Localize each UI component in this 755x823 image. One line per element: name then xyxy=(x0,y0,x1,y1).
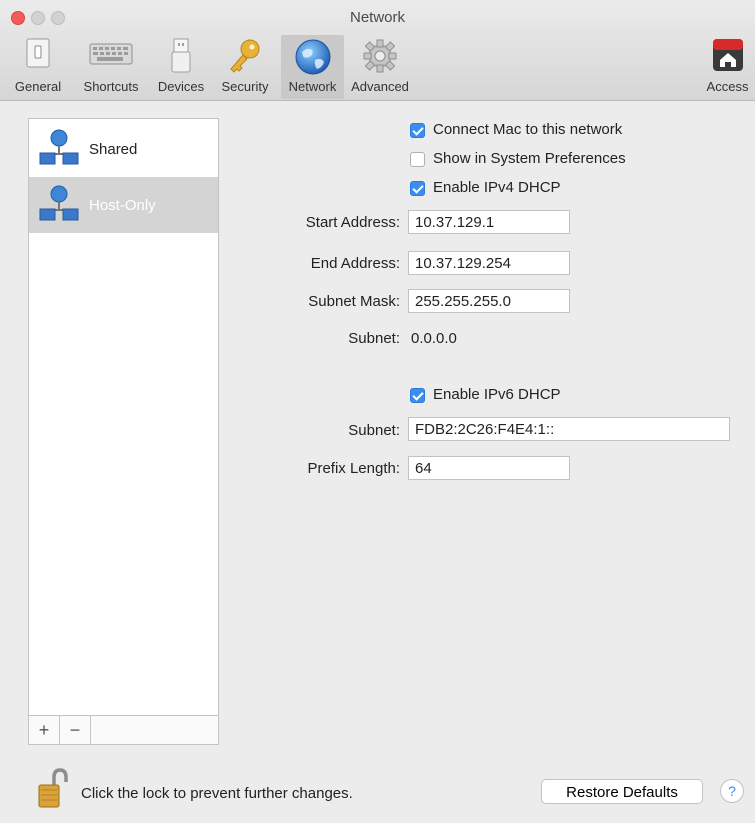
subnet-mask-field[interactable] xyxy=(408,289,570,313)
start-address-label: Start Address: xyxy=(305,214,400,231)
toolbar-general[interactable]: General xyxy=(14,35,62,99)
subnet-v4-value: 0.0.0.0 xyxy=(411,330,457,347)
lock-icon[interactable] xyxy=(38,768,68,815)
prefix-length-label: Prefix Length: xyxy=(307,460,400,477)
subnet-v6-field[interactable] xyxy=(408,417,730,441)
toolbar-label: Shortcuts xyxy=(83,79,139,94)
list-item-label: Host-Only xyxy=(89,197,156,214)
toolbar-label: Devices xyxy=(157,79,205,94)
network-icon xyxy=(39,129,79,172)
list-item-host-only[interactable]: Host-Only xyxy=(29,177,218,233)
start-address-field[interactable] xyxy=(408,210,570,234)
end-address-field[interactable] xyxy=(408,251,570,275)
toolbar-advanced[interactable]: Advanced xyxy=(347,35,413,99)
checkbox[interactable] xyxy=(410,181,425,196)
subnet-v6-label: Subnet: xyxy=(348,422,400,439)
checkbox[interactable] xyxy=(410,123,425,138)
checkbox-label: Enable IPv6 DHCP xyxy=(433,386,561,403)
checkbox-label: Enable IPv4 DHCP xyxy=(433,179,561,196)
end-address-label: End Address: xyxy=(310,255,400,272)
network-list: Shared Host-Only + − xyxy=(28,118,219,745)
checkbox[interactable] xyxy=(410,152,425,167)
subnet-mask-label: Subnet Mask: xyxy=(308,293,400,310)
parallels-access-icon xyxy=(712,38,744,75)
toolbar-label: Access xyxy=(706,79,749,94)
globe-icon xyxy=(294,38,332,79)
keyboard-icon xyxy=(89,38,133,71)
network-icon xyxy=(39,185,79,228)
toolbar-access[interactable]: Access xyxy=(700,35,755,99)
toolbar-security[interactable]: Security xyxy=(215,35,275,99)
usb-icon xyxy=(170,38,192,77)
toolbar-label: General xyxy=(14,79,62,94)
list-item-shared[interactable]: Shared xyxy=(29,121,218,177)
toolbar-label: Advanced xyxy=(351,79,409,94)
remove-button[interactable]: − xyxy=(60,716,91,744)
toolbar-devices[interactable]: Devices xyxy=(154,35,208,99)
checkbox-label: Connect Mac to this network xyxy=(433,121,623,138)
toolbar-label: Security xyxy=(221,79,269,94)
add-button[interactable]: + xyxy=(29,716,60,744)
window-titlebar: Network General Shortcuts Devices Securi… xyxy=(0,0,755,101)
checkbox[interactable] xyxy=(410,388,425,403)
checkbox-label: Show in System Preferences xyxy=(433,150,626,167)
subnet-v4-label: Subnet: xyxy=(348,330,400,347)
gear-icon xyxy=(362,38,398,77)
restore-defaults-button[interactable]: Restore Defaults xyxy=(541,779,703,804)
prefix-length-field[interactable] xyxy=(408,456,570,480)
toolbar-shortcuts[interactable]: Shortcuts xyxy=(76,35,146,99)
key-icon xyxy=(228,38,262,77)
window-title: Network xyxy=(349,9,405,26)
list-item-label: Shared xyxy=(89,141,138,158)
help-button[interactable]: ? xyxy=(720,779,744,803)
lock-message: Click the lock to prevent further change… xyxy=(81,785,353,802)
switch-icon xyxy=(26,38,50,71)
toolbar-label: Network xyxy=(288,79,337,94)
toolbar-network[interactable]: Network xyxy=(281,35,344,99)
list-controls: + − xyxy=(29,715,218,744)
